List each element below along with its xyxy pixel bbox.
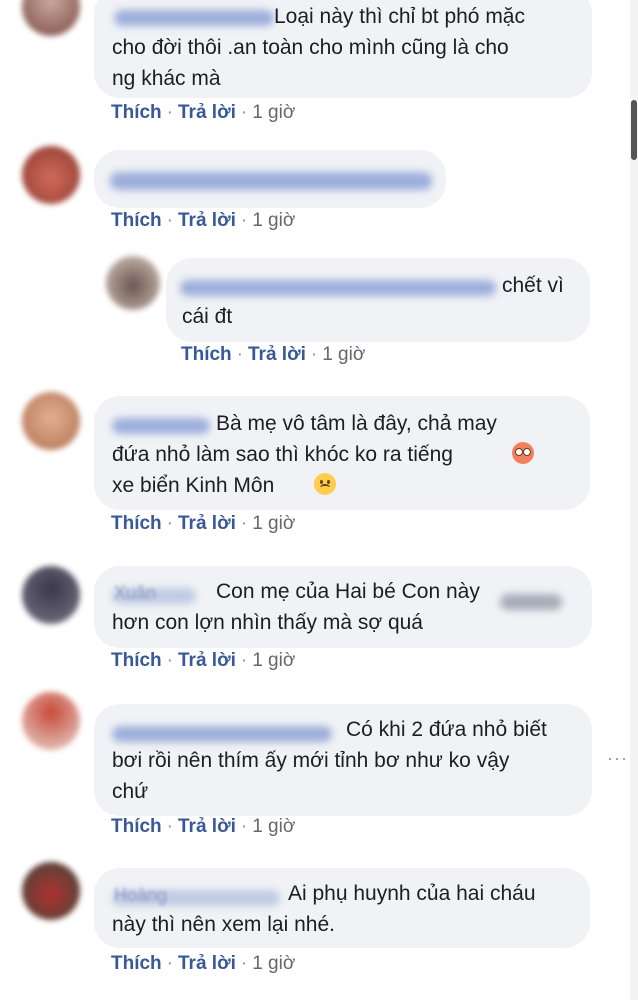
separator: ·	[240, 650, 248, 671]
comment-text: Loại này thì chỉ bt phó mặc cho đời thôi…	[112, 5, 525, 90]
separator: ·	[310, 344, 318, 365]
blurred-tag	[500, 594, 562, 610]
reply-link[interactable]: Trả lời	[178, 210, 236, 231]
separator: ·	[240, 210, 248, 231]
comment-actions: Thích · Trả lời · 1 giờ	[111, 816, 295, 838]
comment-actions: Thích · Trả lời · 1 giờ	[111, 953, 295, 975]
separator: ·	[236, 344, 243, 365]
timestamp[interactable]: 1 giờ	[252, 102, 295, 123]
comment-actions: Thích · Trả lời · 1 giờ	[111, 650, 295, 672]
timestamp[interactable]: 1 giờ	[252, 650, 295, 671]
comment-bubble: chết vì cái đt	[166, 258, 590, 342]
timestamp[interactable]: 1 giờ	[252, 210, 295, 231]
comment-bubble: Có khi 2 đứa nhỏ biết bơi rồi nên thím ấ…	[94, 704, 592, 816]
reply-link[interactable]: Trả lời	[178, 650, 236, 671]
sad-face-icon	[314, 473, 336, 495]
reply-link[interactable]: Trả lời	[178, 953, 236, 974]
avatar[interactable]	[22, 146, 80, 204]
like-link[interactable]: Thích	[111, 816, 162, 837]
reply-link[interactable]: Trả lời	[178, 816, 236, 837]
separator: ·	[166, 513, 173, 534]
reply-link[interactable]: Trả lời	[178, 102, 236, 123]
separator: ·	[240, 102, 248, 123]
more-options-icon[interactable]: ···	[607, 748, 628, 769]
avatar[interactable]	[22, 692, 80, 750]
like-link[interactable]: Thích	[111, 513, 162, 534]
separator: ·	[240, 513, 248, 534]
comment-text: Có khi 2 đứa nhỏ biết bơi rồi nên thím ấ…	[112, 718, 547, 803]
separator: ·	[166, 650, 173, 671]
comment-actions: Thích · Trả lời · 1 giờ	[111, 102, 295, 124]
comment-text: Ai phụ huynh của hai cháu này thì nên xe…	[112, 882, 536, 936]
blurred-author-name[interactable]	[110, 172, 432, 190]
separator: ·	[166, 816, 173, 837]
separator: ·	[166, 210, 173, 231]
avatar[interactable]	[22, 862, 80, 920]
separator: ·	[166, 102, 173, 123]
comment-actions: Thích · Trả lời · 1 giờ	[181, 344, 365, 366]
comment-bubble: Loại này thì chỉ bt phó mặc cho đời thôi…	[94, 0, 592, 98]
separator: ·	[166, 953, 173, 974]
reply-link[interactable]: Trả lời	[248, 344, 306, 365]
reply-link[interactable]: Trả lời	[178, 513, 236, 534]
comment-actions: Thích · Trả lời · 1 giờ	[111, 210, 295, 232]
like-link[interactable]: Thích	[111, 650, 162, 671]
comment-bubble	[94, 150, 446, 208]
timestamp[interactable]: 1 giờ	[252, 513, 295, 534]
avatar[interactable]	[22, 0, 80, 36]
like-link[interactable]: Thích	[181, 344, 232, 365]
comment-bubble: Bà mẹ vô tâm là đây, chả may đứa nhỏ làm…	[94, 396, 590, 510]
like-link[interactable]: Thích	[111, 210, 162, 231]
comment-bubble: Hoàng Ai phụ huynh của hai cháu này thì …	[94, 868, 590, 948]
separator: ·	[240, 816, 248, 837]
comment-bubble: Xuân Con mẹ của Hai bé Con này hơn con l…	[94, 566, 592, 648]
avatar[interactable]	[22, 566, 80, 624]
like-link[interactable]: Thích	[111, 102, 162, 123]
timestamp[interactable]: 1 giờ	[322, 344, 365, 365]
comment-actions: Thích · Trả lời · 1 giờ	[111, 513, 295, 535]
separator: ·	[240, 953, 248, 974]
avatar[interactable]	[106, 256, 160, 310]
timestamp[interactable]: 1 giờ	[252, 816, 295, 837]
comment-text-body: Bà mẹ vô tâm là đây, chả may đứa nhỏ làm…	[112, 412, 497, 497]
timestamp[interactable]: 1 giờ	[252, 953, 295, 974]
like-link[interactable]: Thích	[111, 953, 162, 974]
comment-text: chết vì cái đt	[182, 274, 564, 328]
avatar[interactable]	[22, 392, 80, 450]
scrollbar[interactable]	[630, 0, 638, 1000]
scrollbar-thumb[interactable]	[631, 100, 637, 160]
flushed-face-icon	[512, 442, 534, 464]
